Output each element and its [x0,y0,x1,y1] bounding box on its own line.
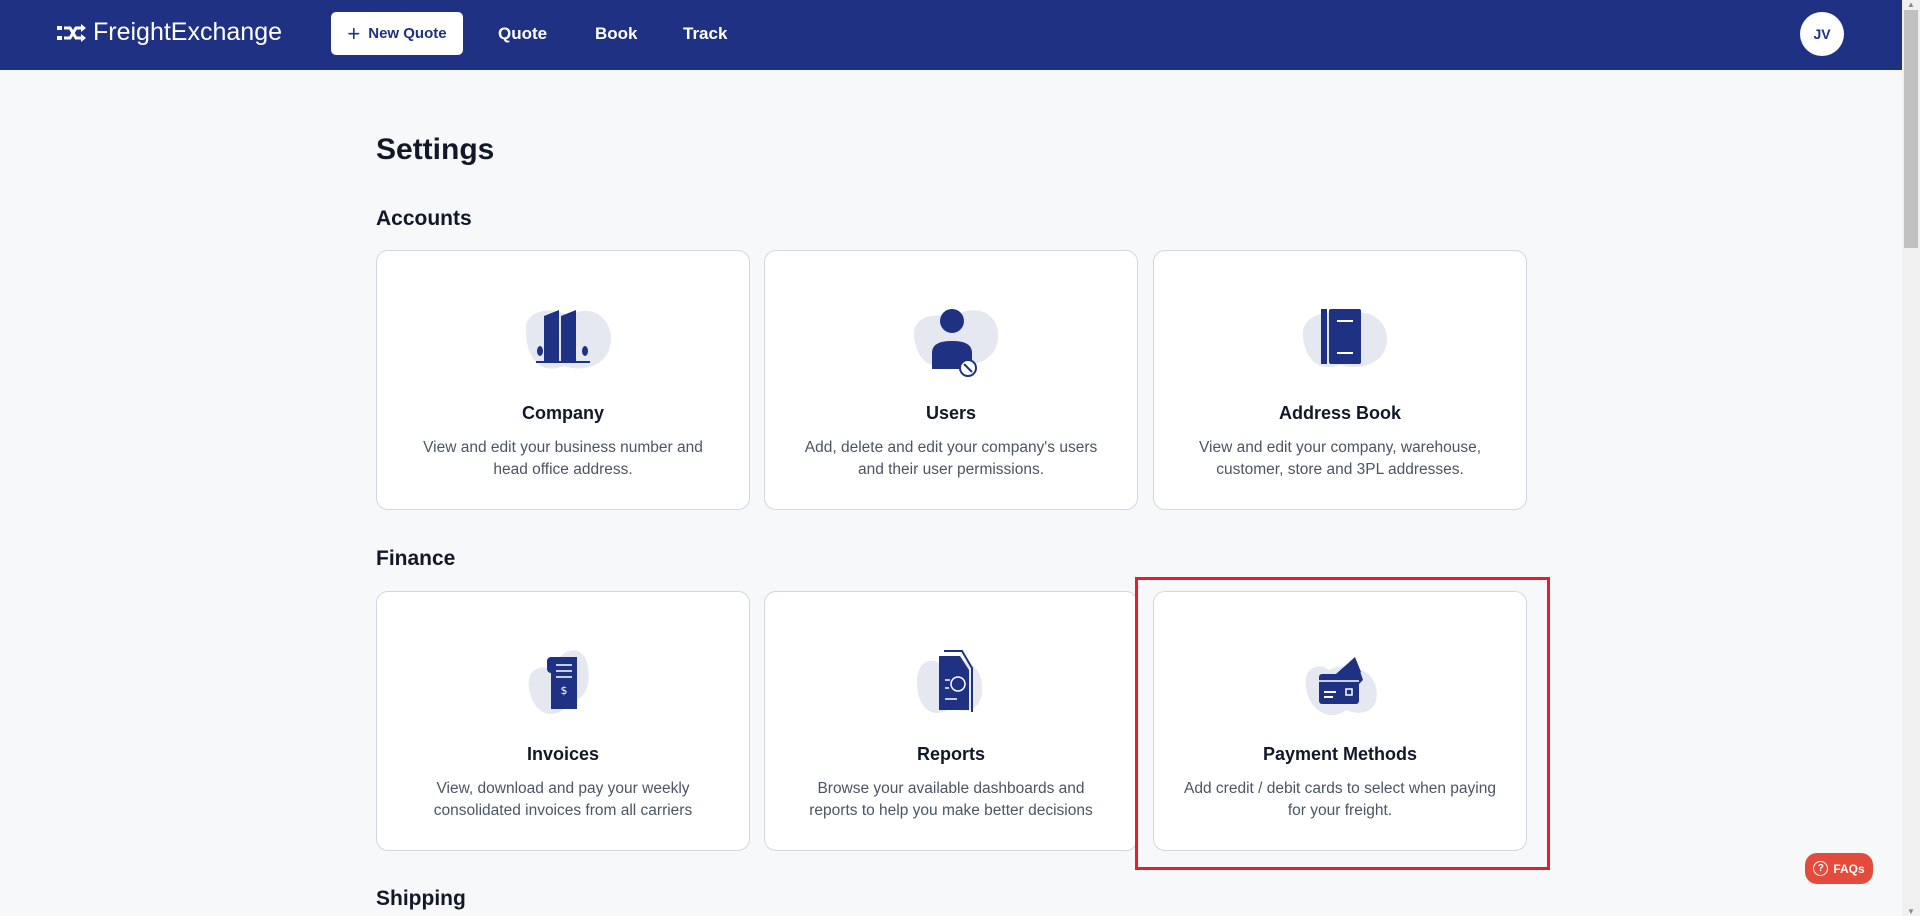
user-avatar[interactable]: JV [1800,12,1844,56]
faqs-label: FAQs [1833,861,1865,876]
section-finance: Finance [376,547,456,570]
svg-text:$: $ [561,684,568,697]
new-quote-label: New Quote [368,25,447,42]
scroll-up-icon[interactable]: ▲ [1907,0,1915,9]
top-nav-bar: FreightExchange + New Quote Quote Book Tr… [0,0,1902,70]
card-description: Browse your available dashboards and rep… [809,780,1093,819]
user-settings-icon [913,309,999,377]
nav-track[interactable]: Track [683,24,727,44]
nav-quote[interactable]: Quote [498,24,547,44]
logo-text: FreightExchange [93,18,283,46]
card-title: Reports [916,744,985,764]
report-icon [917,650,983,713]
scroll-down-icon[interactable]: ▼ [1907,907,1915,916]
plus-icon: + [347,20,361,46]
card-description: View, download and pay your weekly conso… [433,780,693,819]
card-title: Company [521,403,604,423]
card-description: View and edit your business number and h… [423,439,703,478]
address-book-icon [1302,309,1387,368]
section-accounts: Accounts [376,207,472,230]
card-description: Add, delete and edit your company's user… [804,439,1098,478]
building-icon [525,310,612,369]
card-users[interactable]: Users Add, delete and edit your company'… [764,250,1138,510]
new-quote-button[interactable]: + New Quote [331,12,463,55]
nav-book[interactable]: Book [595,24,638,44]
page-title: Settings [376,133,495,166]
scrollbar-thumb[interactable] [1904,10,1918,248]
card-company[interactable]: Company View and edit your business numb… [376,250,750,510]
invoice-icon: $ [528,650,589,714]
logo[interactable]: FreightExchange [57,18,282,47]
card-invoices[interactable]: $ Invoices View, download and pay your w… [376,591,750,851]
card-address-book[interactable]: Address Book View and edit your company,… [1153,250,1527,510]
faqs-button[interactable]: ? FAQs [1805,853,1873,884]
card-title: Invoices [526,744,600,764]
shuffle-logo-icon [57,23,86,42]
card-reports[interactable]: Reports Browse your available dashboards… [764,591,1138,851]
card-description: View and edit your company, warehouse, c… [1198,439,1482,478]
scrollbar[interactable]: ▲ ▼ [1902,0,1920,916]
card-title: Users [925,403,977,423]
highlight-box [1135,577,1550,870]
card-title: Address Book [1278,403,1402,423]
help-icon: ? [1813,861,1829,876]
section-shipping: Shipping [376,887,466,910]
